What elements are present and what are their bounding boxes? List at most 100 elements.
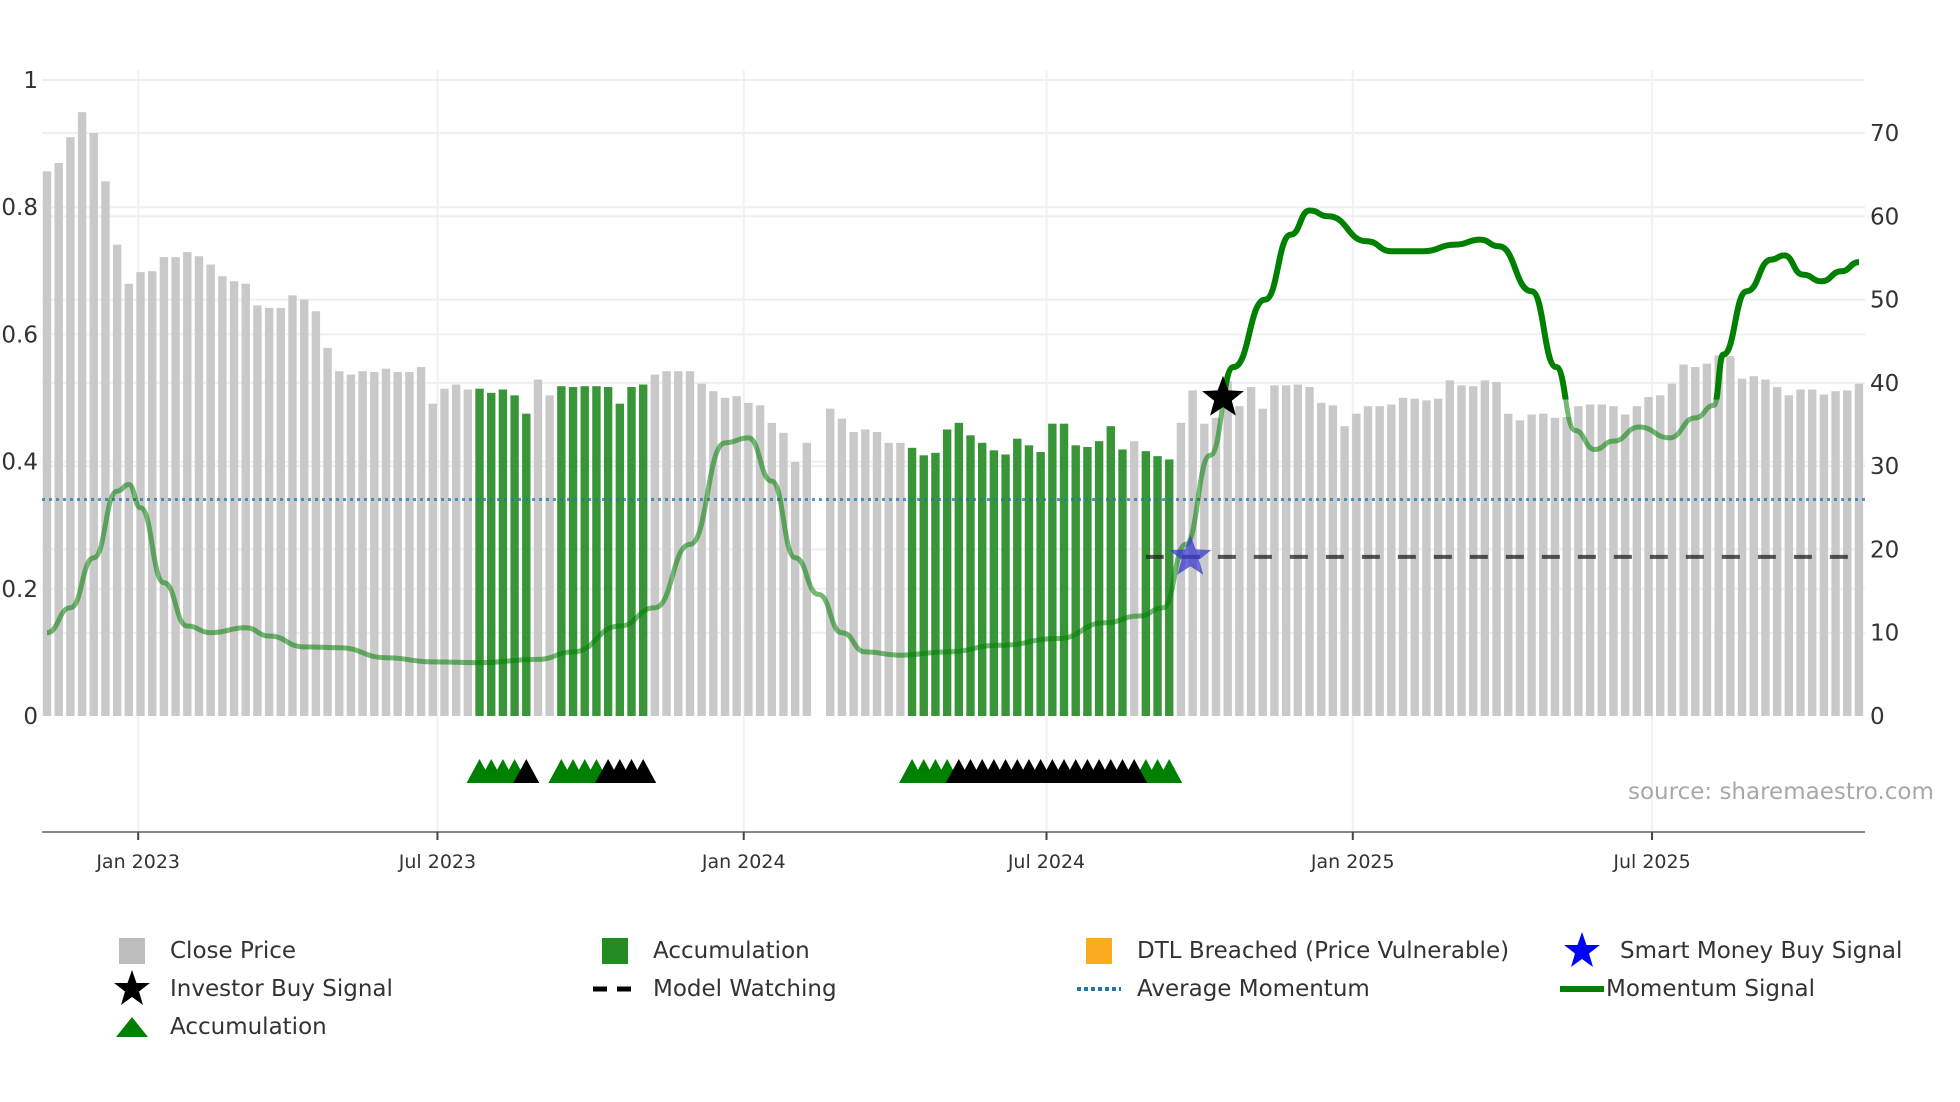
- blue-star-icon: [1560, 932, 1604, 969]
- close-price-bar: [884, 442, 893, 716]
- close-price-bar: [1246, 387, 1256, 716]
- orange-square-icon: [1077, 933, 1121, 969]
- close-price-bar: [358, 371, 367, 716]
- close-price-bar: [849, 431, 858, 716]
- accumulation-bar: [557, 386, 566, 716]
- accumulation-bar: [942, 429, 952, 716]
- close-price-bar: [1258, 408, 1267, 716]
- legend-model-watching[interactable]: Model Watching: [593, 971, 837, 1007]
- legend-investor-buy[interactable]: Investor Buy Signal: [110, 970, 393, 1007]
- legend-label: Close Price: [170, 938, 297, 964]
- legend-label: Momentum Signal: [1606, 976, 1816, 1002]
- close-price-bar: [77, 112, 87, 716]
- dotted-line-icon: [1077, 971, 1121, 1007]
- close-price-bar: [1387, 404, 1396, 716]
- close-price-bar: [112, 244, 122, 717]
- accumulation-bar: [580, 386, 589, 716]
- close-price-bar: [1749, 376, 1758, 716]
- close-price-bar: [1211, 417, 1221, 716]
- gray-square-icon: [110, 933, 154, 969]
- accumulation-bar: [603, 387, 613, 716]
- legend-label: Average Momentum: [1137, 976, 1370, 1002]
- close-price-bar: [253, 305, 262, 716]
- close-price-bar: [1527, 414, 1536, 716]
- accumulation-bar: [627, 387, 636, 716]
- legend-label: Model Watching: [653, 976, 837, 1002]
- close-price-bar: [1293, 384, 1303, 716]
- right-axis-tick-label: 0: [1870, 704, 1885, 730]
- close-price-bar: [896, 442, 905, 716]
- accumulation-bar: [1106, 426, 1115, 716]
- right-axis-tick-label: 40: [1870, 371, 1899, 397]
- close-price-bar: [1620, 414, 1630, 716]
- legend-smart-money[interactable]: Smart Money Buy Signal: [1560, 932, 1902, 969]
- accumulation-bar: [1013, 438, 1022, 716]
- close-price-bar: [1574, 406, 1583, 716]
- close-price-bar: [674, 371, 683, 716]
- left-axis-tick-label: 0.2: [1, 577, 38, 603]
- close-price-bar: [872, 431, 882, 716]
- legend-label: Accumulation: [653, 938, 810, 964]
- legend-dtl-breached[interactable]: DTL Breached (Price Vulnerable): [1077, 933, 1509, 969]
- legend-average-momentum[interactable]: Average Momentum: [1077, 971, 1370, 1007]
- close-price-bar: [1270, 385, 1279, 716]
- close-price-bar: [1375, 406, 1384, 716]
- dashed-line-icon: [593, 971, 637, 1007]
- accumulation-bar: [1141, 451, 1151, 716]
- close-price-bar: [299, 299, 309, 716]
- close-price-bar: [1515, 420, 1525, 716]
- accumulation-bar: [487, 392, 496, 716]
- close-price-bar: [159, 257, 169, 716]
- legend-accumulation-triangle[interactable]: Accumulation: [110, 1009, 327, 1045]
- legend-label: DTL Breached (Price Vulnerable): [1137, 938, 1510, 964]
- accumulation-bar: [966, 435, 975, 716]
- accumulation-bar: [498, 389, 508, 716]
- close-price-bar: [1854, 383, 1864, 716]
- close-price-bar: [1702, 363, 1712, 716]
- right-axis-tick-label: 10: [1870, 621, 1899, 647]
- close-price-bar: [1761, 379, 1770, 716]
- left-axis-tick-label: 1: [23, 68, 38, 94]
- close-price-bar: [709, 391, 718, 716]
- x-axis-tick-label: Jan 2023: [95, 851, 180, 873]
- close-price-bar: [861, 429, 870, 716]
- close-price-bar: [1457, 385, 1466, 716]
- close-price-bar: [393, 372, 402, 716]
- left-axis-tick-label: 0.6: [1, 322, 38, 348]
- accumulation-bar: [1059, 423, 1069, 716]
- close-price-bar: [1235, 406, 1244, 716]
- close-price-bar: [1807, 389, 1817, 716]
- green-square-icon: [593, 933, 637, 969]
- left-axis-tick-label: 0.4: [1, 450, 38, 476]
- black-star-icon: [110, 970, 154, 1007]
- x-axis-tick-label: Jan 2024: [701, 851, 786, 873]
- close-price-bar: [1562, 417, 1571, 716]
- close-price-bar: [218, 276, 227, 716]
- close-price-bar: [323, 347, 332, 716]
- legend-label: Investor Buy Signal: [170, 976, 393, 1002]
- close-price-bar: [346, 374, 356, 716]
- accumulation-bar: [931, 452, 940, 716]
- close-price-bar: [1317, 402, 1326, 716]
- legend-close-price[interactable]: Close Price: [110, 933, 296, 969]
- close-price-bar: [1363, 406, 1373, 716]
- close-price-bar: [54, 162, 63, 717]
- close-price-bar: [451, 384, 461, 716]
- green-line-icon: [1560, 971, 1604, 1007]
- legend-accumulation-bar[interactable]: Accumulation: [593, 933, 810, 969]
- accumulation-bar: [1071, 445, 1080, 716]
- close-price-bar: [370, 372, 379, 716]
- close-price-bar: [1352, 413, 1361, 716]
- close-price-bar: [1714, 355, 1723, 716]
- legend-momentum-signal[interactable]: Momentum Signal: [1560, 971, 1815, 1007]
- close-price-bar: [837, 418, 847, 716]
- right-axis-tick-label: 70: [1870, 121, 1899, 147]
- close-price-bar: [1480, 380, 1490, 716]
- close-price-bar: [1632, 406, 1642, 716]
- close-price-bar: [194, 256, 204, 716]
- close-price-bar: [1843, 390, 1852, 716]
- close-price-bar: [662, 371, 671, 716]
- right-axis-tick-label: 60: [1870, 204, 1899, 230]
- x-axis-tick-label: Jul 2025: [1612, 851, 1690, 873]
- x-axis-tick-label: Jan 2025: [1310, 851, 1395, 873]
